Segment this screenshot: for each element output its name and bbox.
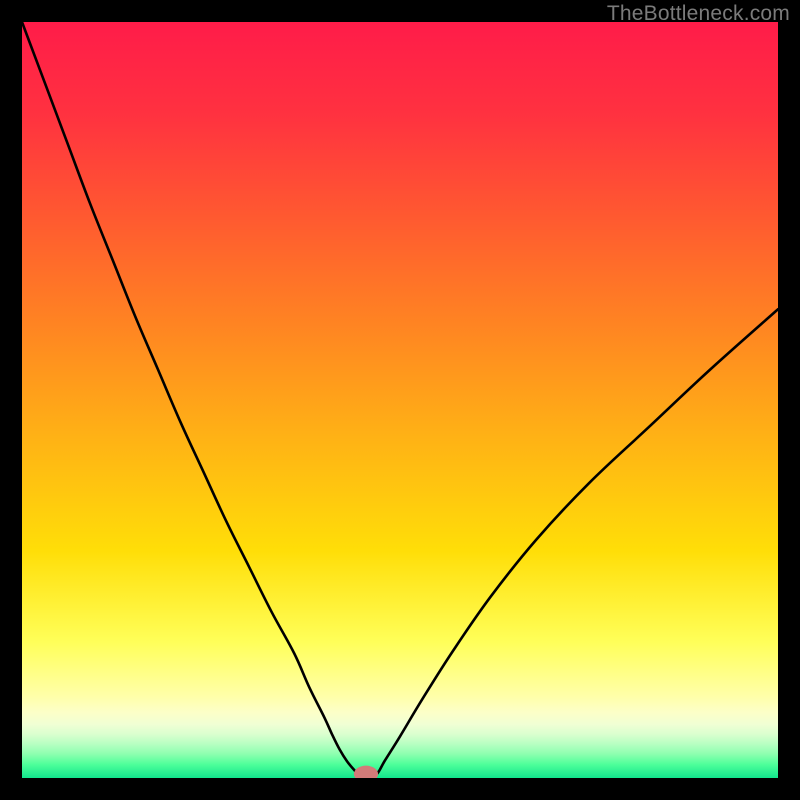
gradient-background [22, 22, 778, 778]
plot-area [22, 22, 778, 778]
attribution-text: TheBottleneck.com [607, 2, 790, 26]
chart-frame: TheBottleneck.com [0, 0, 800, 800]
plot-svg [22, 22, 778, 778]
